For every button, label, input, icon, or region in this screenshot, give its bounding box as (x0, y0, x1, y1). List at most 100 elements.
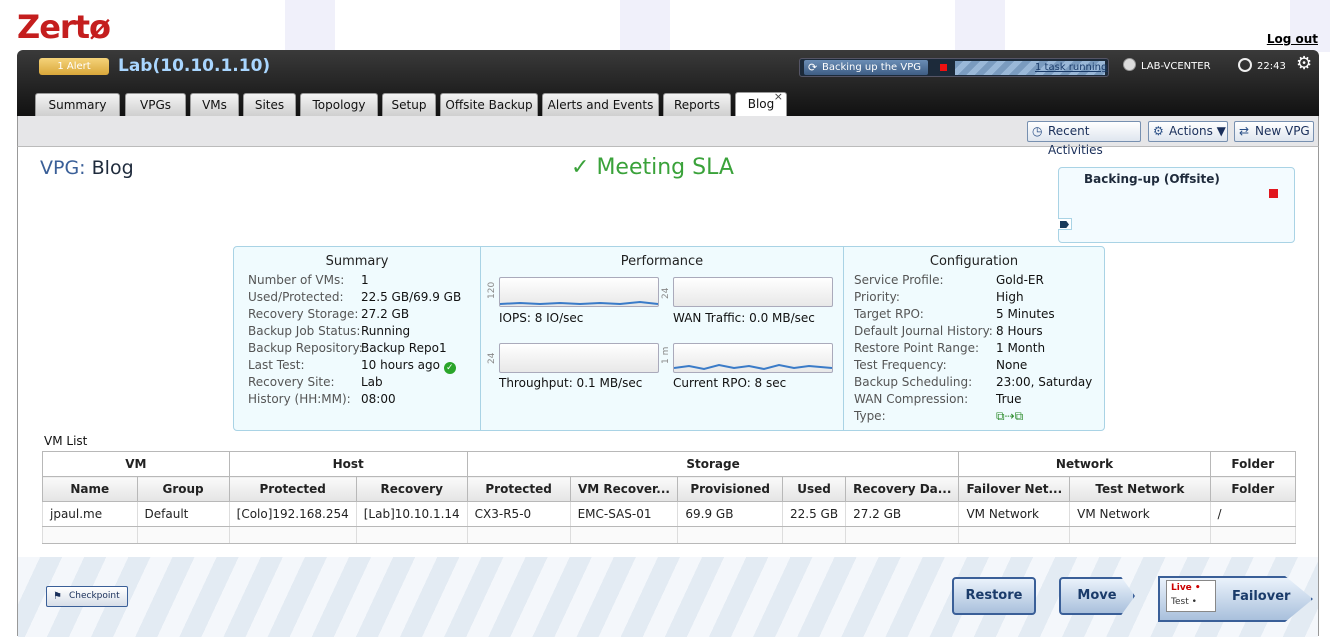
configuration-section: Configuration Service Profile: Gold-ER Pr… (844, 247, 1104, 430)
col-header-group[interactable]: Group (136, 476, 230, 502)
table-row[interactable]: jpaul.me Default [Colo]192.168.254 [Lab]… (42, 501, 1297, 527)
stop-icon[interactable] (1269, 189, 1278, 198)
move-button[interactable]: Move (1059, 577, 1135, 615)
performance-section: Performance 120 IOPS: 8 IO/sec 24 WAN Tr… (481, 247, 843, 430)
summary-value: 22.5 GB/69.9 GB (361, 290, 462, 304)
backing-up-label[interactable]: ⟳ Backing up the VPG (804, 60, 928, 75)
rpo-axis-label: 1 m (661, 346, 671, 364)
site-title: Lab(10.10.1.10) (118, 56, 271, 76)
vpg-state-box: Backing-up (Offsite) (1058, 167, 1295, 243)
cell-folder: / (1209, 501, 1297, 527)
config-key: Backup Scheduling: (854, 375, 973, 389)
tab-alerts-events[interactable]: Alerts and Events (542, 93, 659, 116)
rpo-label: Current RPO: 8 sec (673, 376, 787, 390)
throughput-chart (499, 343, 659, 373)
cell-storage-protected: CX3-R5-0 (466, 501, 571, 527)
checkpoint-button[interactable]: ⚑ Checkpoint (46, 586, 128, 607)
task-status-box: ⟳ Backing up the VPG 1 task running (799, 58, 1109, 77)
config-value: 23:00, Saturday (996, 375, 1093, 389)
gear-icon[interactable]: ⚙ (1296, 53, 1312, 74)
new-vpg-button[interactable]: ⇄ New VPG (1234, 121, 1314, 142)
close-icon[interactable]: × (774, 86, 783, 108)
tab-blog[interactable]: Blog × (735, 90, 787, 116)
cell-host-protected: [Colo]192.168.254 (228, 501, 357, 527)
live-test-toggle[interactable]: Live • Test • (1166, 580, 1216, 612)
col-header-host-protected[interactable]: Protected (228, 476, 357, 502)
throughput-axis-label: 24 (487, 352, 497, 364)
col-header-name[interactable]: Name (42, 476, 138, 502)
tab-vms[interactable]: VMs (190, 93, 239, 116)
main-content: VPG: Blog ✓ Meeting SLA Backing-up (Offs… (17, 147, 1319, 637)
failover-label[interactable]: Failover (1232, 589, 1290, 604)
cell-used: 22.5 GB (781, 501, 847, 527)
config-key: Priority: (854, 290, 900, 304)
vpg-title: VPG: Blog (40, 157, 134, 179)
summary-key: Recovery Site: (248, 375, 335, 389)
recent-activities-button[interactable]: ◷ Recent Activities (1027, 121, 1141, 157)
col-header-storage-protected[interactable]: Protected (466, 476, 571, 502)
test-option[interactable]: Test • (1171, 595, 1215, 609)
tab-blog-label: Blog (747, 97, 775, 111)
col-header-provisioned[interactable]: Provisioned (677, 476, 783, 502)
tab-reports[interactable]: Reports (663, 93, 731, 116)
cell-name: jpaul.me (42, 501, 138, 527)
col-header-test-network[interactable]: Test Network (1069, 476, 1211, 502)
summary-key: Number of VMs: (248, 273, 345, 287)
clock-time: 22:43 (1257, 61, 1286, 72)
col-header-used[interactable]: Used (781, 476, 847, 502)
summary-section: Summary Number of VMs: 1 Used/Protected: 2… (234, 247, 480, 430)
checkpoint-label: Checkpoint (69, 591, 120, 601)
restore-button[interactable]: Restore (952, 577, 1036, 615)
globe-icon (1123, 58, 1136, 71)
wan-label: WAN Traffic: 0.0 MB/sec (673, 311, 815, 325)
summary-key: Recovery Storage: (248, 307, 359, 321)
vm-table: VM Host Storage Network Folder Name Grou… (42, 451, 1297, 544)
live-option[interactable]: Live • (1171, 581, 1215, 595)
summary-value: 27.2 GB (361, 307, 410, 321)
tab-vpgs[interactable]: VPGs (125, 93, 186, 116)
vm-list-title: VM List (44, 434, 88, 448)
history-icon: ◷ (1032, 124, 1043, 138)
actions-button[interactable]: ⚙ Actions ▼ (1148, 121, 1228, 142)
wan-axis-label: 24 (661, 287, 671, 299)
stop-icon[interactable] (940, 64, 947, 71)
clock-icon (1238, 58, 1252, 72)
config-value: 5 Minutes (996, 307, 1055, 321)
tag-icon (1058, 218, 1072, 230)
backing-up-text: Backing up the VPG (822, 62, 921, 73)
tab-summary[interactable]: Summary (35, 93, 120, 116)
summary-value: Lab (361, 375, 383, 389)
tab-topology[interactable]: Topology (300, 93, 378, 116)
top-bar: 1 Alert Lab(10.10.1.10) ⟳ Backing up the … (17, 50, 1319, 116)
table-row-empty (42, 526, 1297, 544)
group-header-vm: VM (42, 451, 230, 477)
config-key: Restore Point Range: (854, 341, 980, 355)
replication-type-icon: ⧉⇢⧉ (996, 409, 1024, 423)
task-running-link[interactable]: 1 task running (1035, 61, 1107, 75)
config-value: 1 Month (996, 341, 1046, 355)
col-header-recovery-data[interactable]: Recovery Da... (845, 476, 960, 502)
cell-host-recovery: [Lab]10.10.1.14 (355, 501, 468, 527)
config-key: Test Frequency: (854, 358, 947, 372)
wan-traffic-chart (673, 277, 833, 307)
col-header-failover-network[interactable]: Failover Net... (958, 476, 1071, 502)
configuration-title: Configuration (929, 254, 1019, 269)
flag-icon: ⚑ (53, 591, 62, 602)
col-header-folder[interactable]: Folder (1209, 476, 1297, 502)
vpg-prefix: VPG: (40, 157, 86, 179)
col-header-vm-recovery[interactable]: VM Recover... (569, 476, 679, 502)
config-value: None (996, 358, 1028, 372)
summary-key: Backup Repository: (248, 341, 363, 355)
alert-badge[interactable]: 1 Alert (39, 58, 109, 75)
vpg-name: Blog (91, 157, 134, 179)
tab-offsite-backup[interactable]: Offsite Backup (440, 93, 538, 116)
logout-link[interactable]: Log out (1267, 32, 1318, 46)
tab-sites[interactable]: Sites (243, 93, 296, 116)
gear-icon: ⚙ (1153, 124, 1164, 138)
col-header-host-recovery[interactable]: Recovery (355, 476, 468, 502)
group-header-network: Network (958, 451, 1211, 477)
table-header-row: Name Group Protected Recovery Protected … (42, 476, 1297, 502)
rpo-line (674, 363, 832, 371)
config-value: High (996, 290, 1024, 304)
tab-setup[interactable]: Setup (382, 93, 436, 116)
